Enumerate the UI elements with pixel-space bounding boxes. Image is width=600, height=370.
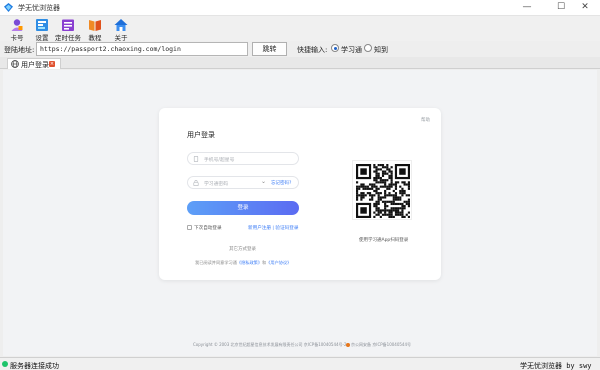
qr-caption: 使用学习通App扫码登录 [359,238,409,243]
status-text: 服务器连接成功 [10,362,59,370]
login-button[interactable]: 登录 [187,201,299,215]
other-login-link[interactable]: 其它方式登录 [229,246,256,252]
close-button[interactable]: ✕ [570,1,600,14]
window-title: 学无忧浏览器 [18,4,60,12]
login-title: 用户登录 [187,131,215,139]
globe-icon [11,60,19,68]
login-card: 帮助 用户登录 手机号/超星号 学习通密码 ⌄ 忘记密码? 登录 下次自动登录 … [159,108,441,280]
forgot-password-link[interactable]: 忘记密码? [271,180,291,186]
eye-toggle-icon[interactable]: ⌄ [261,178,266,185]
agreement-text: 我已阅读并同意学习通《隐私政策》和《用户协议》 [195,260,291,266]
radio-zhidao-label[interactable]: 知到 [374,45,388,55]
toolbar-schedule-button[interactable]: 定时任务 [55,18,81,42]
phone-placeholder: 手机号/超星号 [204,158,235,163]
app-logo-icon [4,3,13,12]
police-badge-icon [346,342,350,347]
phone-icon [193,156,199,162]
checkbox-icon [187,225,192,230]
status-bar: 服务器连接成功 学无忧浏览器 by swy [0,357,600,370]
tab-label: 用户登录 [21,61,49,69]
auto-login-label: 下次自动登录 [194,226,222,231]
minimize-button[interactable]: — [512,1,542,14]
radio-xuexitong[interactable] [331,44,339,52]
status-credit: 学无忧浏览器 by swy [520,362,592,370]
register-links[interactable]: 新用户注册 | 验证码登录 [248,225,298,231]
address-label: 登陆地址: [4,46,35,54]
lock-icon [193,180,199,186]
schedule-icon [62,19,74,31]
privacy-policy-link[interactable]: 《隐私政策》 [237,260,262,265]
tab-bar [0,57,600,69]
footer-copyright: Copyright © 2003 北京世纪超星信息技术发展有限责任公司 京ICP… [193,342,347,347]
auto-login-checkbox[interactable]: 下次自动登录 [187,225,222,231]
tab-close-icon[interactable]: × [49,61,55,67]
footer-icp-text[interactable]: 京公网安备 京ICP备10040544号 [351,342,411,347]
help-link[interactable]: 帮助 [421,117,430,123]
tab-user-login[interactable]: 用户登录 × [7,58,61,69]
password-input[interactable]: 学习通密码 ⌄ 忘记密码? [187,176,299,189]
radio-zhidao[interactable] [364,44,372,52]
status-indicator-icon [2,361,8,367]
user-agreement-link[interactable]: 《用户协议》 [266,260,291,265]
radio-xuexitong-label[interactable]: 学习通 [341,45,362,55]
footer-icp: 京公网安备 京ICP备10040544号 [346,342,411,348]
card-icon [11,19,23,31]
agreement-prefix: 我已阅读并同意学习通 [195,260,237,265]
quick-input-label: 快捷输入: [297,46,328,54]
toolbar-tutorial-button[interactable]: 教程 [84,18,106,42]
settings-icon [36,19,48,31]
title-bar: 学无忧浏览器 — ☐ ✕ [0,0,600,16]
toolbar-about-label: 关于 [114,34,128,42]
toolbar-schedule-label: 定时任务 [55,34,81,42]
toolbar: 卡号 设置 定时任务 教程 关于 [0,16,600,42]
web-content: 帮助 用户登录 手机号/超星号 学习通密码 ⌄ 忘记密码? 登录 下次自动登录 … [3,70,597,356]
toolbar-settings-button[interactable]: 设置 [31,18,53,42]
toolbar-card-button[interactable]: 卡号 [6,18,28,42]
address-input[interactable]: https://passport2.chaoxing.com/login [36,42,248,56]
password-placeholder: 学习通密码 [204,182,228,187]
book-icon [89,20,101,31]
phone-input[interactable]: 手机号/超星号 [187,152,299,165]
toolbar-about-button[interactable]: 关于 [110,18,132,42]
home-icon [114,19,128,31]
qr-code-icon [356,164,410,218]
qr-code [352,160,412,220]
go-button[interactable]: 跳转 [252,42,287,56]
